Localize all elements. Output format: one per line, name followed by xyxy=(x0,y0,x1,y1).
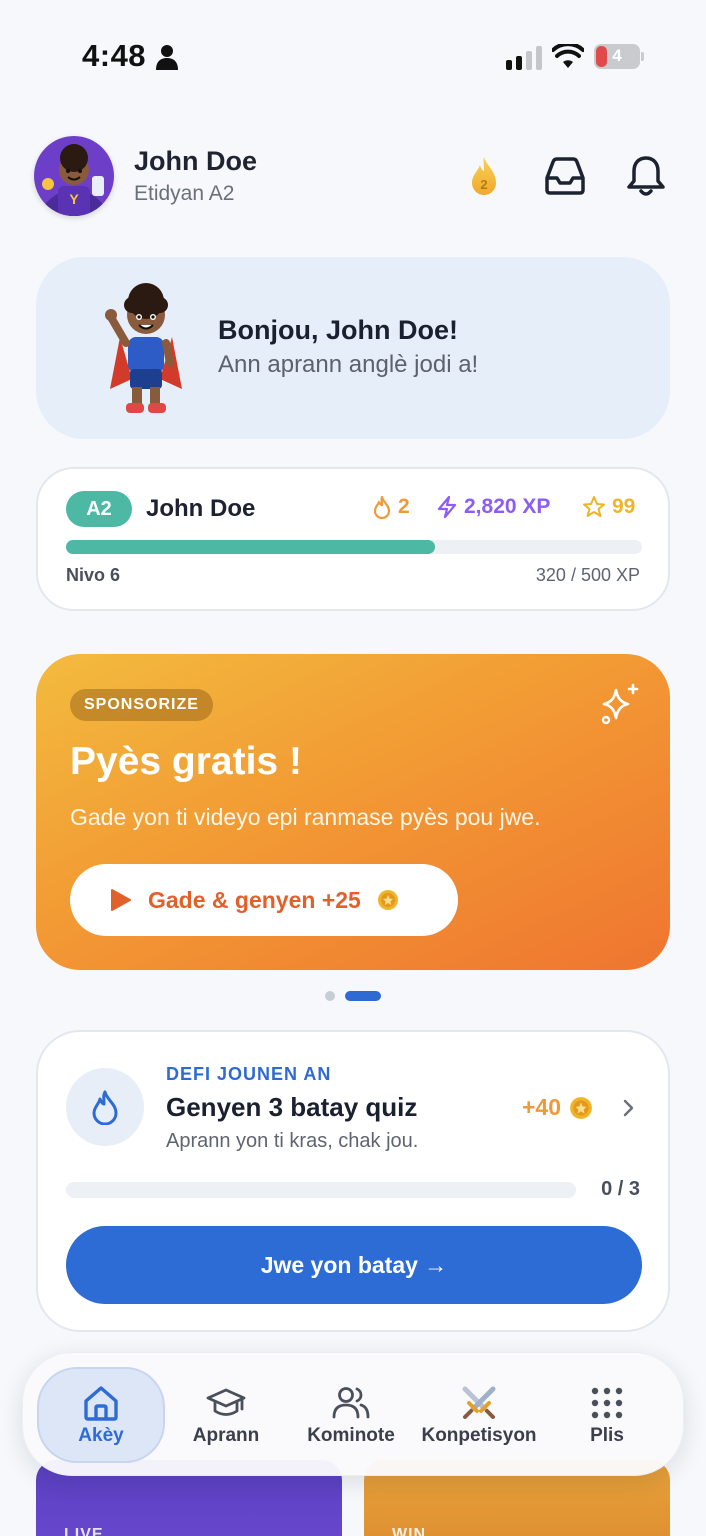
sponsored-subtitle: Gade yon ti videyo epi ranmase pyès pou … xyxy=(70,804,541,830)
win-card-label: WIN xyxy=(392,1526,427,1536)
streak-flame-button[interactable]: 2 xyxy=(460,152,508,200)
challenge-icon-wrap xyxy=(66,1068,144,1146)
progress-user-name: John Doe xyxy=(146,495,256,522)
chevron-right-icon[interactable] xyxy=(618,1098,638,1118)
status-bar: 4:48 4 xyxy=(0,0,706,110)
streak-count: 2 xyxy=(398,495,410,518)
flame-icon xyxy=(373,495,391,519)
live-card-label: LIVE xyxy=(64,1526,104,1536)
watch-and-earn-button[interactable]: Gade & genyen +25 xyxy=(70,864,458,936)
nav-item-learn[interactable]: Aprann xyxy=(173,1367,279,1463)
flame-badge-icon: 2 xyxy=(472,157,496,195)
wifi-icon xyxy=(552,44,584,68)
play-battle-button[interactable]: Jwe yon batay → xyxy=(66,1226,642,1304)
challenge-title: Genyen 3 batay quiz xyxy=(166,1092,418,1122)
avatar[interactable]: Y xyxy=(34,136,114,216)
streak-badge-count: 2 xyxy=(480,177,487,192)
bottom-nav: Akèy Aprann Kominote Konpetisyon Plis xyxy=(22,1352,684,1476)
watch-button-label: Gade & genyen +25 xyxy=(148,886,361,913)
nav-item-community[interactable]: Kominote xyxy=(299,1367,403,1463)
swords-icon xyxy=(462,1386,496,1419)
challenge-tag: DEFI JOUNEN AN xyxy=(166,1064,332,1084)
inbox-icon xyxy=(545,157,585,195)
graduation-cap-icon xyxy=(206,1388,246,1416)
profile-header: Y John Doe Etidyan A2 2 xyxy=(0,134,706,220)
nav-label-competition: Konpetisyon xyxy=(421,1425,537,1446)
battery-icon: 4 xyxy=(594,44,644,69)
svg-text:Y: Y xyxy=(69,191,79,207)
play-icon xyxy=(111,889,131,911)
xp-count: 320 / 500 XP xyxy=(535,565,640,585)
stars-count: 99 xyxy=(612,495,636,518)
sponsored-title: Pyès gratis ! xyxy=(70,740,302,783)
xp-stat: 2,820 XP xyxy=(436,495,550,519)
sparkle-icon xyxy=(601,683,639,725)
nav-label-home: Akèy xyxy=(78,1425,124,1446)
challenge-progress-bar xyxy=(66,1182,576,1198)
challenge-subtitle: Aprann yon ti kras, chak jou. xyxy=(166,1130,419,1152)
stars-stat: 99 xyxy=(582,495,635,519)
challenge-reward: +40 xyxy=(522,1094,593,1121)
users-icon xyxy=(332,1387,370,1419)
coin-icon xyxy=(570,1096,592,1119)
daily-challenge-card[interactable]: DEFI JOUNEN AN Genyen 3 batay quiz Apran… xyxy=(36,1030,670,1332)
nav-label-community: Kominote xyxy=(307,1425,395,1446)
carousel-pager xyxy=(0,991,706,1001)
nav-label-more: Plis xyxy=(590,1425,624,1446)
bell-icon xyxy=(627,156,665,196)
nav-item-home[interactable]: Akèy xyxy=(37,1367,165,1463)
greeting-card: Bonjou, John Doe! Ann aprann anglè jodi … xyxy=(36,257,670,439)
user-name: John Doe xyxy=(134,146,258,176)
home-icon xyxy=(84,1386,118,1421)
greeting-title: Bonjou, John Doe! xyxy=(218,315,458,345)
pager-dot[interactable] xyxy=(325,991,335,1001)
status-time: 4:48 xyxy=(82,38,147,73)
greeting-subtitle: Ann aprann anglè jodi a! xyxy=(218,351,479,378)
level-badge: A2 xyxy=(66,491,132,527)
nav-item-more[interactable]: Plis xyxy=(557,1367,657,1463)
cellular-signal-icon xyxy=(506,46,542,70)
grid-icon xyxy=(591,1387,623,1419)
streak-stat: 2 xyxy=(372,495,410,519)
lightning-icon xyxy=(437,495,457,519)
xp-progress-fill xyxy=(66,540,435,554)
nav-label-learn: Aprann xyxy=(192,1425,260,1446)
user-level: Etidyan A2 xyxy=(134,182,235,205)
battery-level-text: 4 xyxy=(612,46,622,65)
xp-progress-bar xyxy=(66,540,642,554)
sponsored-tag: SPONSORIZE xyxy=(70,689,213,721)
coin-icon xyxy=(377,890,398,910)
challenge-count: 0 / 3 xyxy=(601,1178,640,1200)
person-icon xyxy=(156,45,178,70)
level-label: Nivo 6 xyxy=(66,565,121,585)
challenge-reward-value: +40 xyxy=(522,1094,562,1120)
flame-icon xyxy=(92,1090,118,1125)
progress-card[interactable]: A2 John Doe 2 2,820 XP 99 Nivo 6 320 / 5… xyxy=(36,467,670,611)
notifications-button[interactable] xyxy=(622,152,670,200)
nav-item-competition[interactable]: Konpetisyon xyxy=(415,1367,543,1463)
star-icon xyxy=(583,496,605,517)
pager-dot-active[interactable] xyxy=(345,991,381,1001)
mascot-illustration xyxy=(105,283,182,413)
xp-total: 2,820 XP xyxy=(464,495,551,518)
sponsored-card[interactable]: SPONSORIZE Pyès gratis ! Gade yon ti vid… xyxy=(36,654,670,970)
inbox-button[interactable] xyxy=(541,152,589,200)
